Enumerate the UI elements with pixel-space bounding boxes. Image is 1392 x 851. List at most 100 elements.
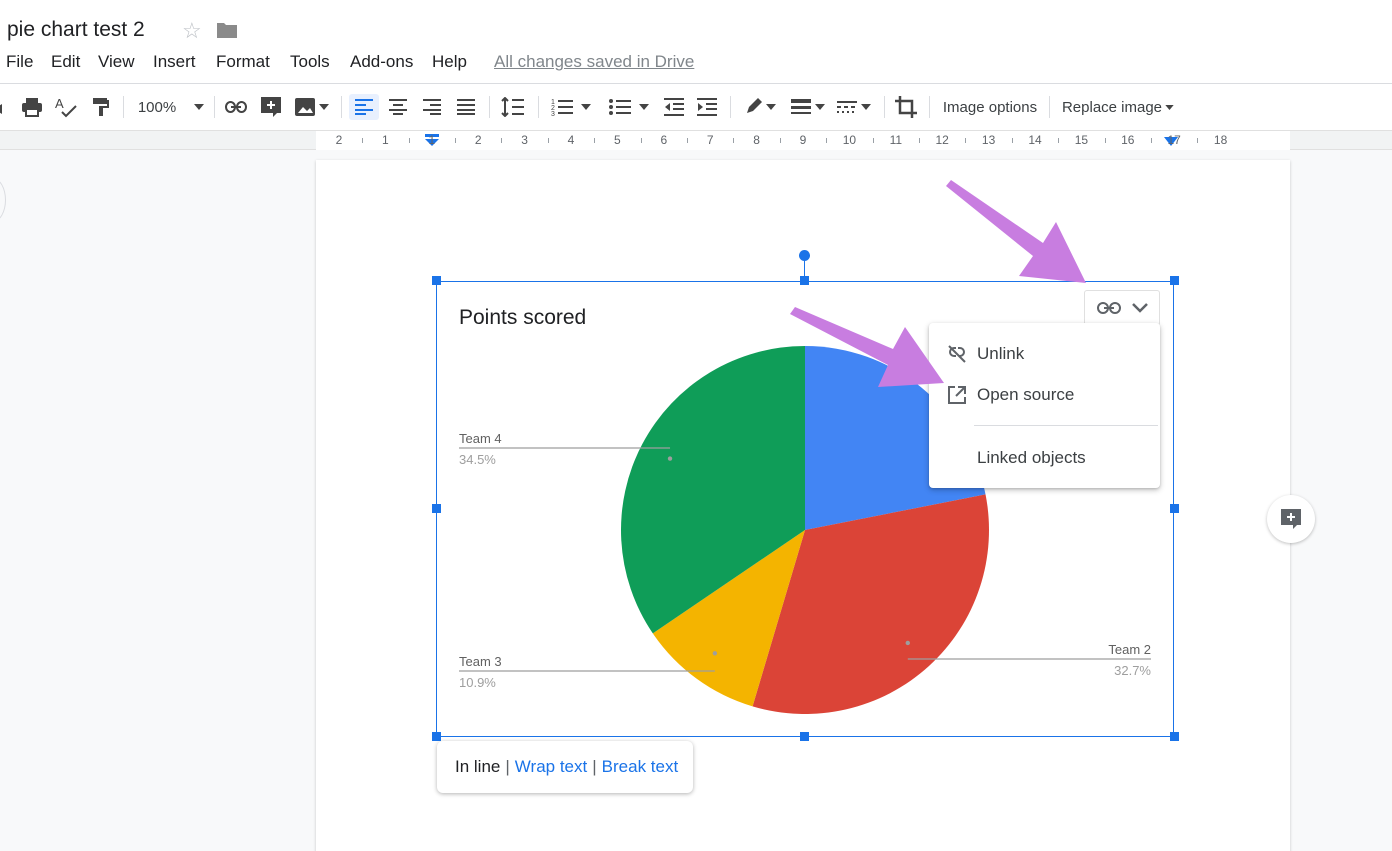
ruler-number: 2: [474, 133, 482, 147]
insert-image-icon[interactable]: [292, 94, 332, 120]
border-color-icon[interactable]: [740, 94, 780, 120]
ruler-tick: [455, 138, 456, 143]
line-spacing-icon[interactable]: [499, 94, 527, 120]
in-line-option[interactable]: In line: [455, 757, 500, 777]
decrease-indent-icon[interactable]: [662, 94, 686, 120]
ruler-tick: [640, 138, 642, 143]
open-in-new-icon: [948, 386, 966, 404]
link-icon[interactable]: [1096, 302, 1121, 314]
crop-icon[interactable]: [894, 94, 918, 120]
menu-tools[interactable]: Tools: [290, 52, 330, 72]
ruler-number: 2: [335, 133, 343, 147]
align-justify-icon[interactable]: [454, 94, 478, 120]
toolbar: A 100% 123 Image options Replace image: [0, 84, 1392, 131]
paint-format-icon[interactable]: [90, 94, 112, 120]
ruler-number: 16: [1121, 133, 1135, 147]
linked-objects-menu-item[interactable]: Linked objects: [929, 439, 1160, 477]
ruler-number: 6: [660, 133, 668, 147]
resize-handle-top[interactable]: [800, 276, 809, 285]
increase-indent-icon[interactable]: [695, 94, 719, 120]
svg-text:3: 3: [551, 111, 555, 117]
add-comment-icon: [1281, 509, 1301, 529]
ruler-number: 17: [1167, 133, 1181, 147]
ruler-tick: [1104, 138, 1106, 143]
align-right-icon[interactable]: [420, 94, 444, 120]
resize-handle-bottom-left[interactable]: [432, 732, 441, 741]
ruler-number: 8: [753, 133, 760, 147]
menu-divider: [974, 425, 1158, 426]
menu-edit[interactable]: Edit: [51, 52, 80, 72]
menu-file[interactable]: File: [6, 52, 33, 72]
unlink-icon: [948, 345, 966, 363]
ruler-tick: [362, 138, 364, 143]
save-status-link[interactable]: All changes saved in Drive: [494, 52, 694, 72]
chevron-down-icon[interactable]: [1131, 303, 1148, 313]
ruler-number: 1: [382, 133, 389, 147]
ruler-number: 3: [521, 133, 528, 147]
ruler-tick: [547, 138, 549, 143]
wrap-separator: |: [592, 757, 597, 776]
resize-handle-bottom[interactable]: [800, 732, 809, 741]
rotate-handle[interactable]: [799, 250, 810, 261]
chevron-down-icon: [861, 104, 871, 110]
numbered-list-icon[interactable]: 123: [548, 94, 594, 120]
wrap-text-option[interactable]: Wrap text: [515, 757, 587, 777]
image-wrap-bar: In line | Wrap text | Break text: [437, 741, 693, 793]
ruler-number: 11: [889, 133, 903, 147]
break-text-option[interactable]: Break text: [602, 757, 679, 777]
resize-handle-bottom-right[interactable]: [1170, 732, 1179, 741]
resize-handle-right[interactable]: [1170, 504, 1179, 513]
redo-icon[interactable]: [0, 94, 8, 120]
ruler-tick: [872, 138, 874, 143]
image-options-button[interactable]: Image options: [940, 94, 1040, 120]
horizontal-ruler[interactable]: 2 1 1 2 3 4 5 6 7 8 9 10 11 12 13 14 15 16 17 18: [0, 131, 1392, 150]
open-source-menu-item[interactable]: Open source: [929, 376, 1160, 414]
replace-image-button[interactable]: Replace image: [1060, 94, 1176, 120]
align-center-icon[interactable]: [386, 94, 410, 120]
ruler-number: 9: [799, 133, 807, 147]
ruler-number: 13: [981, 133, 996, 147]
print-icon[interactable]: [20, 94, 44, 120]
spellcheck-icon[interactable]: A: [54, 94, 78, 120]
ruler-number: 14: [1028, 133, 1042, 147]
menu-help[interactable]: Help: [432, 52, 467, 72]
outline-toggle[interactable]: [0, 178, 6, 222]
ruler-number: 18: [1213, 133, 1228, 147]
bulleted-list-icon[interactable]: [606, 94, 652, 120]
ruler-tick: [1058, 138, 1060, 143]
replace-image-label: Replace image: [1061, 98, 1163, 116]
resize-handle-left[interactable]: [432, 504, 441, 513]
menu-insert[interactable]: Insert: [153, 52, 196, 72]
border-weight-icon[interactable]: [788, 94, 828, 120]
add-comment-button[interactable]: [1267, 495, 1315, 543]
document-title[interactable]: pie chart test 2: [7, 18, 145, 42]
star-icon[interactable]: ☆: [182, 18, 202, 44]
folder-icon[interactable]: [216, 21, 238, 39]
title-bar: pie chart test 2 ☆ File Edit View Insert…: [0, 0, 1392, 84]
zoom-select[interactable]: 100%: [135, 94, 207, 120]
ruler-number: 7: [706, 133, 714, 147]
insert-link-icon[interactable]: [224, 94, 248, 120]
chevron-down-icon: [319, 104, 329, 110]
add-comment-icon[interactable]: [259, 94, 283, 120]
zoom-value: 100%: [137, 98, 177, 116]
resize-handle-top-right[interactable]: [1170, 276, 1179, 285]
resize-handle-top-left[interactable]: [432, 276, 441, 285]
border-dash-icon[interactable]: [834, 94, 874, 120]
menu-addons[interactable]: Add-ons: [350, 52, 413, 72]
ruler-tick: [501, 138, 503, 143]
menu-format[interactable]: Format: [216, 52, 270, 72]
ruler-number: 15: [1074, 133, 1089, 147]
svg-text:A: A: [55, 96, 64, 111]
align-left-icon[interactable]: [349, 94, 379, 120]
chevron-down-icon: [194, 104, 205, 110]
chevron-down-icon: [639, 104, 649, 110]
ruler-tick: [687, 138, 688, 143]
ruler-number: 10: [842, 133, 857, 147]
image-options-label: Image options: [942, 98, 1038, 116]
linked-chart-chip[interactable]: [1084, 290, 1160, 326]
wrap-separator: |: [505, 757, 510, 776]
menu-view[interactable]: View: [98, 52, 135, 72]
unlink-menu-item[interactable]: Unlink: [929, 335, 1160, 373]
ruler-number: 5: [614, 133, 621, 147]
